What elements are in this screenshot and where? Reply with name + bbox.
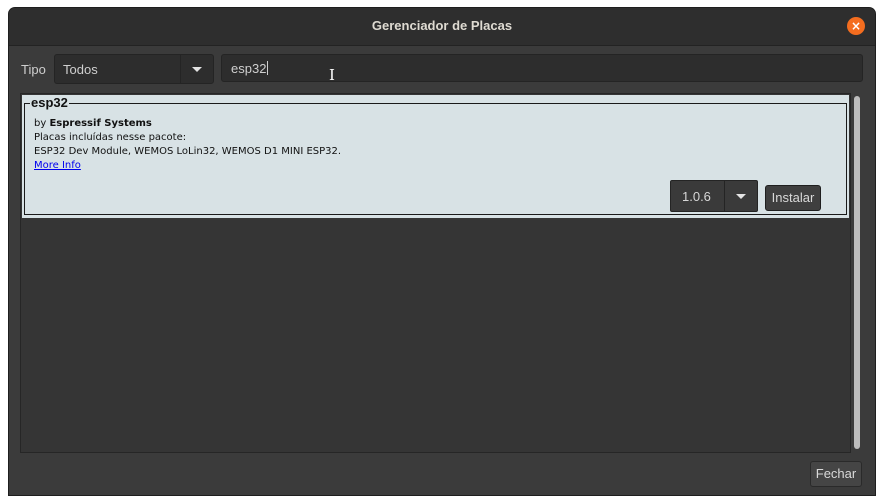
text-cursor-icon: I xyxy=(329,66,335,84)
package-list: esp32 by Espressif Systems Placas incluí… xyxy=(20,93,851,453)
install-button[interactable]: Instalar xyxy=(765,185,821,211)
window-title: Gerenciador de Placas xyxy=(371,18,513,33)
text-caret xyxy=(267,61,269,75)
filter-row: Tipo Todos esp32 I xyxy=(9,54,875,84)
title-bar: Gerenciador de Placas × xyxy=(9,8,875,46)
package-name: esp32 xyxy=(30,95,69,110)
type-select[interactable]: Todos xyxy=(54,54,214,84)
chevron-down-icon xyxy=(736,194,746,199)
more-info-link[interactable]: More Info xyxy=(34,160,81,171)
list-scrollbar[interactable] xyxy=(854,96,860,449)
type-label: Tipo xyxy=(21,62,46,77)
chevron-down-icon xyxy=(192,67,202,72)
package-card[interactable]: esp32 by Espressif Systems Placas incluí… xyxy=(22,95,849,218)
type-select-value: Todos xyxy=(63,62,98,77)
author-prefix: by xyxy=(34,118,47,129)
search-input[interactable]: esp32 xyxy=(221,54,863,82)
boards-label: Placas incluídas nesse pacote: xyxy=(34,132,187,143)
type-dropdown-button[interactable] xyxy=(180,55,213,83)
package-author-line: by Espressif Systems xyxy=(34,118,152,129)
version-value: 1.0.6 xyxy=(682,189,711,204)
boards-manager-window: Gerenciador de Placas × Tipo Todos esp32… xyxy=(9,8,875,495)
version-dropdown-button[interactable] xyxy=(724,181,757,211)
version-select[interactable]: 1.0.6 xyxy=(670,180,758,212)
close-icon[interactable]: × xyxy=(847,17,865,35)
package-author: Espressif Systems xyxy=(49,118,152,129)
close-button[interactable]: Fechar xyxy=(810,461,862,487)
search-input-value: esp32 xyxy=(231,61,267,76)
boards-list: ESP32 Dev Module, WEMOS LoLin32, WEMOS D… xyxy=(34,146,342,157)
